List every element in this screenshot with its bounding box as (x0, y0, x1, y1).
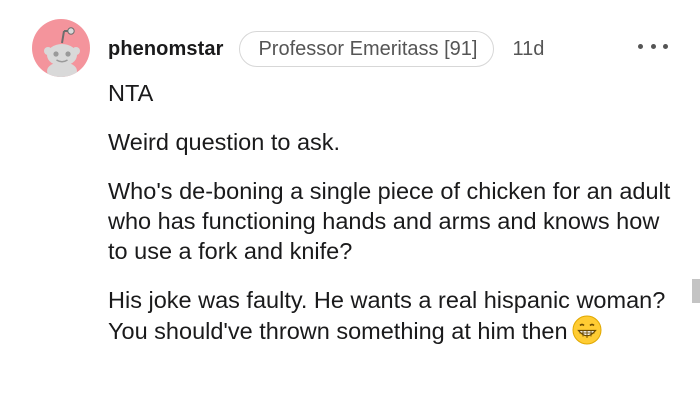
user-flair: Professor Emeritass [91] (239, 31, 495, 67)
comment-paragraph-last: His joke was faulty. He wants a real his… (108, 285, 678, 352)
avatar[interactable] (32, 19, 90, 77)
username[interactable]: phenomstar (108, 38, 223, 61)
comment-paragraph: Weird question to ask. (108, 129, 341, 155)
grinning-face-icon (572, 315, 602, 352)
comment: phenomstar Professor Emeritass [91] 11d … (0, 0, 700, 416)
more-dot (638, 43, 643, 49)
more-options-icon[interactable] (638, 38, 668, 54)
more-dot (663, 43, 668, 49)
comment-paragraph: NTA (108, 80, 154, 106)
snoo-avatar-icon (44, 27, 80, 77)
more-dot (650, 43, 656, 49)
comment-paragraph: Who's de-boning a single piece of chicke… (108, 178, 671, 264)
comment-body: NTA Weird question to ask. Who's de-boni… (108, 78, 678, 352)
comment-age[interactable]: 11d (512, 38, 544, 61)
comment-header: phenomstar Professor Emeritass [91] 11d (108, 30, 544, 68)
scrollbar-thumb[interactable] (692, 279, 700, 303)
